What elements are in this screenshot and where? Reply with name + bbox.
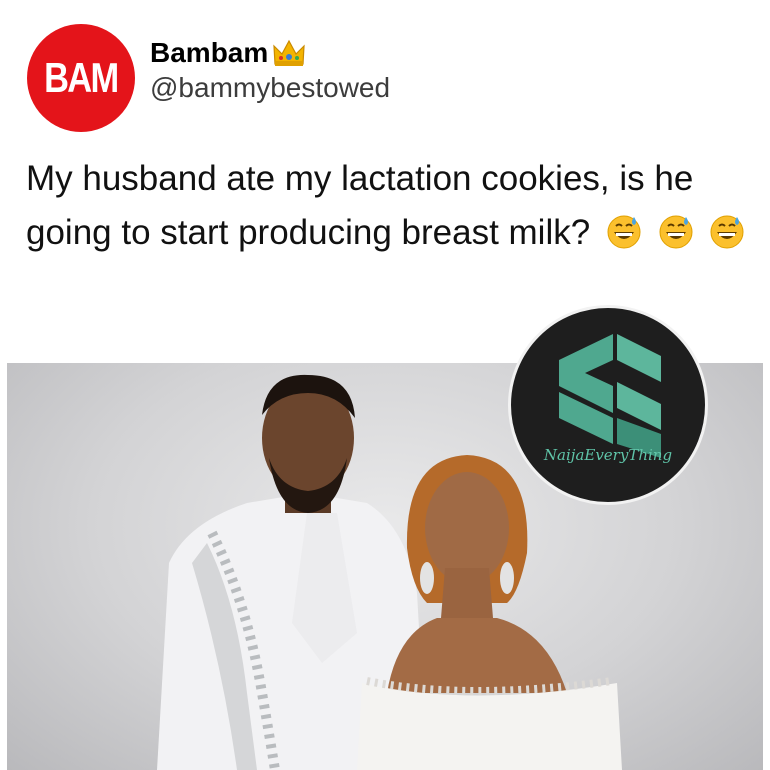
avatar-text: BAM	[44, 54, 119, 101]
tweet-card: BAM Bambam @bammybestowed My husband ate…	[0, 0, 770, 770]
logo-icon: NaijaEveryThing	[543, 334, 672, 464]
watermark-brand: NaijaEveryThing	[543, 446, 672, 464]
tweet-text: My husband ate my lactation cookies, is …	[26, 152, 746, 260]
grinning-sweat-icon	[709, 212, 745, 249]
avatar[interactable]: BAM	[27, 24, 135, 132]
grinning-sweat-icon	[606, 212, 642, 249]
user-handle[interactable]: @bammybestowed	[150, 72, 390, 104]
tweet-body: My husband ate my lactation cookies, is …	[26, 159, 694, 252]
grinning-sweat-icon	[658, 212, 694, 249]
user-name-row: Bambam	[150, 33, 306, 73]
watermark-logo: NaijaEveryThing	[508, 305, 708, 505]
display-name[interactable]: Bambam	[150, 37, 268, 69]
crown-icon	[272, 38, 306, 68]
